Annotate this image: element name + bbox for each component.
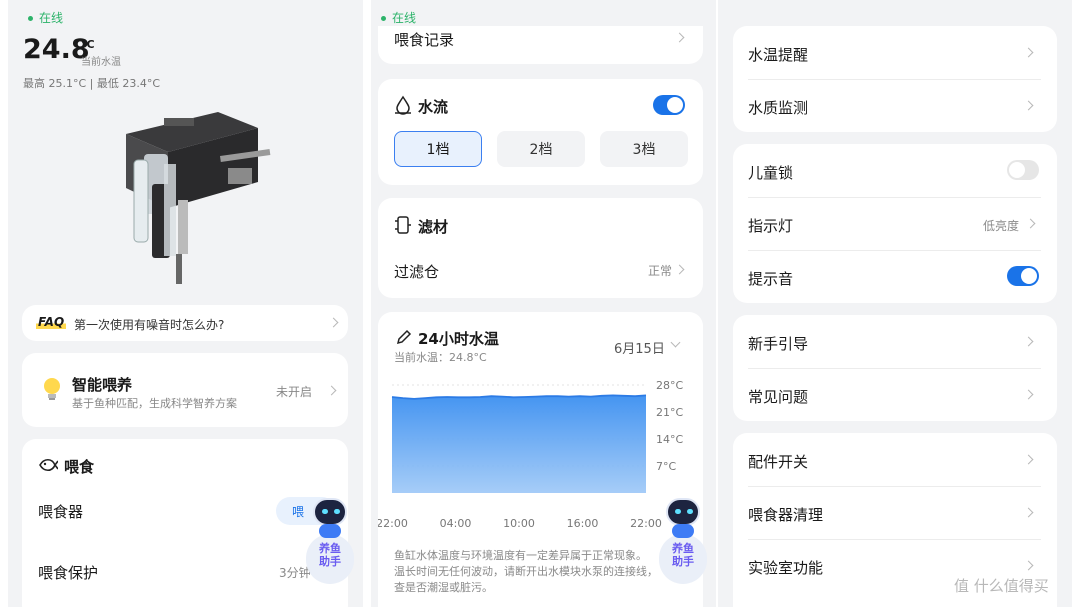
smart-feeding-card[interactable]: 智能喂养 基于鱼种匹配，生成科学智养方案 未开启 [22, 353, 348, 427]
feeding-card: 喂食 喂食器 喂 喂食保护 3分钟 [22, 439, 348, 607]
temp-range: 最高 25.1°C | 最低 23.4°C [23, 77, 161, 90]
water-drop-icon [395, 95, 411, 115]
temp-reminder-label: 水温提醒 [748, 46, 809, 64]
chart-note-line: 鱼缸水体温度与环境温度有一定差异属于正常现象。 [394, 549, 647, 562]
chart-note-line: 查是否潮湿或脏污。 [394, 581, 493, 594]
faq-question: 第一次使用有噪音时怎么办? [74, 318, 225, 332]
settings-panel: 水温提醒 水质监测 儿童锁 指示灯 低亮度 提示音 新手引导 常见问题 配件开关… [718, 0, 1072, 607]
temp-area-chart: 28°C 21°C 14°C 7°C 22:00 04:00 10:00 16:00 22:0… [378, 379, 683, 530]
chevron-right-icon[interactable] [1023, 336, 1034, 347]
water-flow-toggle[interactable] [653, 95, 685, 115]
pencil-icon [396, 329, 412, 345]
assistant-label-2: 助手 [319, 555, 341, 568]
y-tick-label: 21°C [656, 406, 683, 419]
feed-record-label: 喂食记录 [394, 31, 455, 49]
faq-label: 常见问题 [748, 388, 809, 406]
chevron-right-icon[interactable] [1023, 100, 1034, 111]
filter-device-image [126, 112, 271, 284]
chevron-right-icon [326, 385, 337, 396]
y-tick-label: 28°C [656, 379, 683, 392]
x-tick-label: 22:00 [630, 517, 662, 530]
x-tick-label: 16:00 [567, 517, 599, 530]
assistant-label-2: 助手 [672, 555, 694, 568]
date-selector[interactable]: 6月15日 [614, 338, 665, 357]
y-tick-label: 7°C [656, 460, 676, 473]
indicator-value: 低亮度 [982, 219, 1019, 233]
chart-note: 鱼缸水体温度与环境温度有一定差异属于正常现象。 温长时间无任何波动，请断开出水模… [394, 548, 694, 596]
chevron-right-icon[interactable] [1023, 507, 1034, 518]
chart-title: 24小时水温 [418, 330, 499, 348]
x-tick-label: 22:00 [378, 517, 408, 530]
filter-icon [395, 216, 411, 234]
filter-title: 滤材 [418, 218, 449, 236]
feeder-label: 喂食器 [38, 503, 84, 521]
speed-2-button[interactable]: 2档 [497, 131, 585, 167]
water-flow-panel: 在线 喂食记录 在线 水流 1档 2档 3档 滤材 过滤仓 正常 24小时水温 [371, 0, 716, 607]
temp-unit: °C [81, 38, 95, 51]
smart-feeding-title: 智能喂养 [72, 376, 133, 394]
feeder-clean-label: 喂食器清理 [748, 506, 824, 524]
chevron-down-icon[interactable] [670, 337, 681, 348]
feeding-title: 喂食 [64, 458, 95, 476]
device-home-panel: 在线 24.8 °C 当前水温 最高 25.1°C | 最低 23.4°C FA… [8, 0, 363, 607]
sound-toggle[interactable] [1007, 266, 1039, 286]
current-temp-value: 24.8 [23, 34, 90, 65]
filter-bin-status: 正常 [647, 264, 672, 278]
robot-icon [666, 498, 700, 526]
sound-label: 提示音 [748, 270, 794, 288]
assistant-label-1: 养鱼 [672, 542, 694, 555]
fish-assistant-button[interactable]: 养鱼 助手 [306, 494, 354, 594]
fish-assistant-button[interactable]: 养鱼 助手 [659, 494, 707, 594]
speed-3-button[interactable]: 3档 [600, 131, 688, 167]
chevron-right-icon[interactable] [1023, 454, 1034, 465]
child-lock-toggle[interactable] [1007, 160, 1039, 180]
settings-group-device: 儿童锁 指示灯 低亮度 提示音 [733, 144, 1057, 303]
assistant-label-1: 养鱼 [319, 542, 341, 555]
filter-card: 滤材 过滤仓 正常 [378, 198, 703, 298]
chart-note-line: 温长时间无任何波动，请断开出水模块水泵的连接线， [394, 565, 658, 578]
online-status-overlay: 在线 [381, 9, 416, 26]
chevron-right-icon [328, 317, 339, 328]
water-flow-card: 水流 1档 2档 3档 [378, 79, 703, 185]
online-dot [28, 16, 33, 21]
faq-badge: FAQ [36, 315, 67, 329]
guide-label: 新手引导 [748, 335, 809, 353]
temp-area [392, 395, 646, 493]
chevron-right-icon[interactable] [1023, 47, 1034, 58]
child-lock-label: 儿童锁 [748, 164, 794, 182]
smart-feeding-desc: 基于鱼种匹配，生成科学智养方案 [72, 397, 237, 410]
faq-banner[interactable]: FAQ 第一次使用有噪音时怎么办? [22, 305, 348, 341]
water-flow-title: 水流 [418, 98, 449, 116]
robot-icon [313, 498, 347, 526]
filter-bin-label: 过滤仓 [394, 263, 440, 281]
chevron-right-icon[interactable] [674, 264, 685, 275]
x-tick-label: 04:00 [440, 517, 472, 530]
lightbulb-icon [44, 378, 60, 400]
temp-caption: 当前水温 [81, 57, 121, 68]
indicator-label: 指示灯 [748, 217, 794, 235]
feed-protect-label: 喂食保护 [38, 564, 99, 582]
lab-label: 实验室功能 [748, 559, 824, 577]
settings-group-water: 水温提醒 水质监测 [733, 26, 1057, 132]
chevron-right-icon[interactable] [1025, 218, 1036, 229]
settings-group-help: 新手引导 常见问题 [733, 315, 1057, 421]
y-tick-label: 14°C [656, 433, 683, 446]
chevron-right-icon[interactable] [1023, 560, 1034, 571]
speed-1-button[interactable]: 1档 [394, 131, 482, 167]
smart-feeding-status: 未开启 [276, 385, 313, 399]
accessory-label: 配件开关 [748, 453, 809, 471]
online-dot [381, 16, 386, 21]
chart-current-temp: 当前水温：24.8°C [394, 351, 487, 364]
online-status: 在线 [28, 9, 63, 26]
watermark: 值 什么值得买 [954, 577, 1049, 595]
chevron-right-icon [674, 32, 685, 43]
temp-chart-card: 24小时水温 当前水温：24.8°C 6月15日 28°C 21°C 14°C 7°C… [378, 312, 703, 607]
x-tick-label: 10:00 [503, 517, 535, 530]
fish-icon [39, 458, 58, 472]
chevron-right-icon[interactable] [1023, 389, 1034, 400]
water-quality-label: 水质监测 [748, 99, 809, 117]
